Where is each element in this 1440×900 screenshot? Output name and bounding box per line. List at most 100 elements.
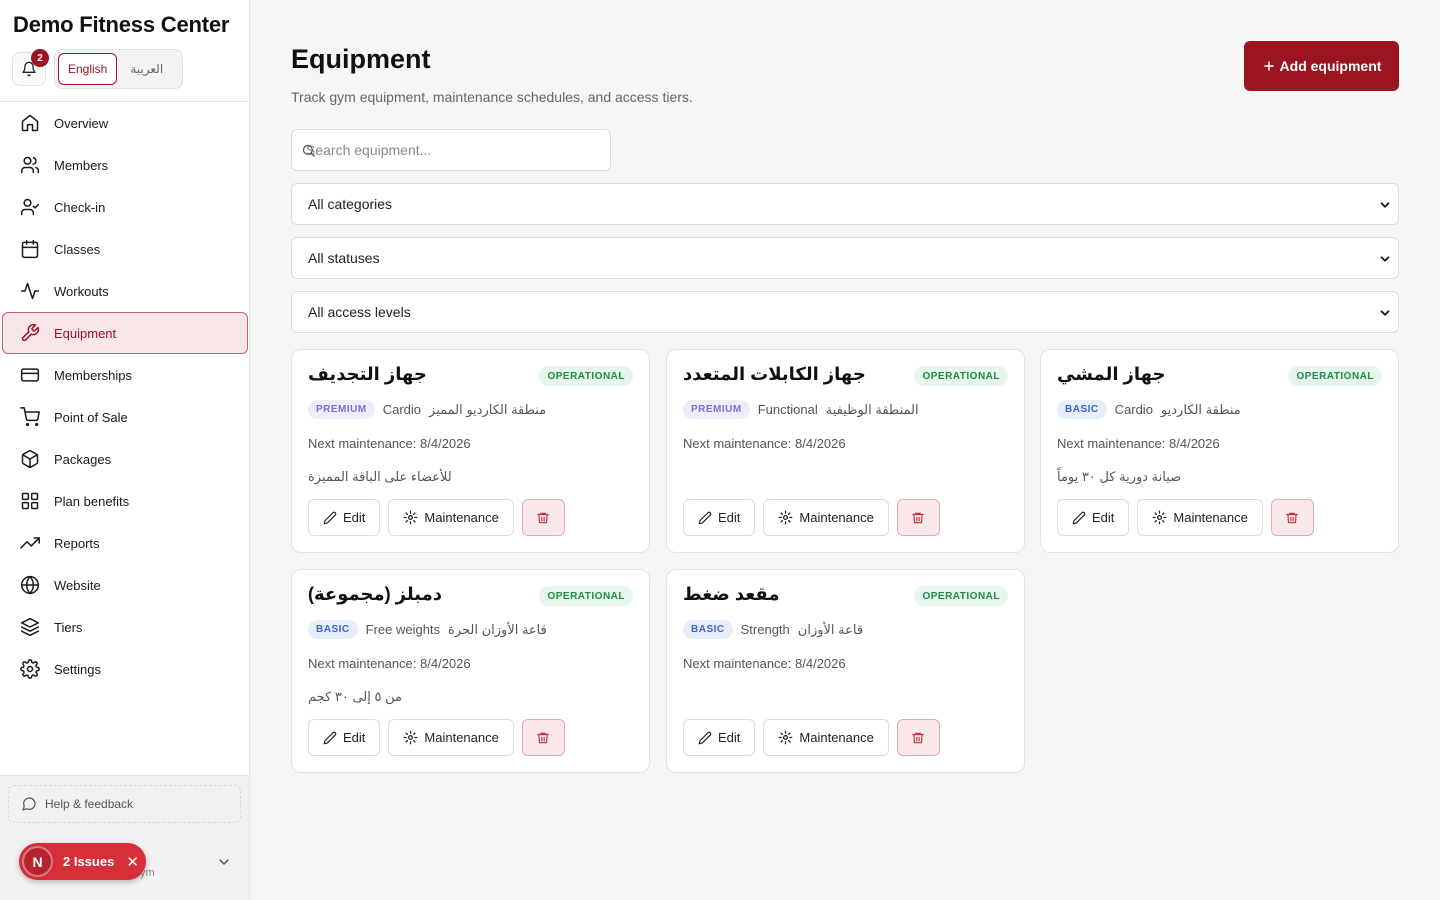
card-actions: Edit Maintenance bbox=[308, 499, 565, 536]
activity-icon bbox=[20, 282, 40, 300]
trash-icon bbox=[912, 732, 925, 743]
sidebar-item-label: Overview bbox=[54, 115, 109, 131]
maintenance-button[interactable]: Maintenance bbox=[763, 719, 889, 756]
cart-icon bbox=[20, 407, 40, 427]
language-switcher: English العربية bbox=[54, 49, 183, 89]
trash-icon bbox=[1286, 512, 1299, 523]
equipment-zone: منطقة الكارديو bbox=[1160, 401, 1241, 417]
search-input[interactable] bbox=[292, 130, 610, 170]
lang-arabic-button[interactable]: العربية bbox=[121, 53, 172, 85]
brand-name: Demo Fitness Center bbox=[13, 12, 230, 37]
equipment-card: دمبلز (مجموعة) OPERATIONAL BASIC Free we… bbox=[291, 569, 650, 773]
next-maintenance: Next maintenance: 8/4/2026 bbox=[308, 436, 471, 451]
edit-label: Edit bbox=[343, 510, 366, 525]
card-actions: Edit Maintenance bbox=[683, 499, 940, 536]
edit-button[interactable]: Edit bbox=[1057, 499, 1130, 536]
wrench-icon bbox=[21, 323, 40, 342]
delete-button[interactable] bbox=[521, 499, 565, 536]
pencil-icon bbox=[1072, 511, 1086, 524]
sidebar-item-label: Packages bbox=[54, 451, 112, 467]
card-actions: Edit Maintenance bbox=[683, 719, 940, 756]
status-filter-select[interactable]: All statuses bbox=[291, 237, 1399, 279]
maintenance-label: Maintenance bbox=[799, 510, 874, 525]
sidebar-item-check-in[interactable]: Check-in bbox=[0, 186, 249, 228]
grid-icon bbox=[21, 492, 39, 510]
maintenance-label: Maintenance bbox=[799, 730, 874, 745]
equipment-note: من ٥ إلى ٣٠ كجم bbox=[308, 689, 402, 704]
sidebar-footer: Help & feedback ym bbox=[0, 775, 249, 900]
gear-icon bbox=[20, 659, 40, 679]
gear-icon bbox=[404, 510, 418, 525]
delete-button[interactable] bbox=[1270, 499, 1314, 536]
equipment-card: جهاز التجديف OPERATIONAL PREMIUM Cardio … bbox=[291, 349, 650, 553]
lang-english-button[interactable]: English bbox=[58, 53, 118, 85]
sidebar-item-members[interactable]: Members bbox=[0, 144, 249, 186]
sidebar-item-label: Point of Sale bbox=[54, 409, 128, 425]
sidebar-item-label: Tiers bbox=[54, 619, 83, 635]
pencil-icon bbox=[698, 511, 712, 524]
tier-badge: PREMIUM bbox=[308, 400, 375, 419]
edit-button[interactable]: Edit bbox=[308, 719, 381, 756]
credit-card-icon bbox=[20, 368, 40, 382]
maintenance-button[interactable]: Maintenance bbox=[388, 719, 514, 756]
sidebar-item-label: Workouts bbox=[54, 283, 109, 299]
globe-icon bbox=[20, 575, 40, 595]
sidebar-item-memberships[interactable]: Memberships bbox=[0, 354, 249, 396]
sidebar-item-classes[interactable]: Classes bbox=[0, 228, 249, 270]
equipment-zone: قاعة الأوزان bbox=[797, 621, 864, 637]
card-actions: Edit Maintenance bbox=[308, 719, 565, 756]
sidebar-item-label: Classes bbox=[54, 241, 101, 257]
sidebar-item-point-of-sale[interactable]: Point of Sale bbox=[0, 396, 249, 438]
next-maintenance: Next maintenance: 8/4/2026 bbox=[1057, 436, 1220, 451]
page-subtitle: Track gym equipment, maintenance schedul… bbox=[291, 89, 693, 105]
chevron-down-icon[interactable] bbox=[216, 854, 232, 870]
edit-button[interactable]: Edit bbox=[308, 499, 381, 536]
sidebar-item-label: Members bbox=[54, 157, 109, 173]
close-icon[interactable]: ✕ bbox=[126, 853, 139, 871]
help-feedback-button[interactable]: Help & feedback bbox=[8, 785, 241, 823]
help-feedback-label: Help & feedback bbox=[45, 797, 134, 811]
delete-button[interactable] bbox=[521, 719, 565, 756]
notifications-button[interactable]: 2 bbox=[12, 49, 49, 86]
equipment-meta: PREMIUM Functional المنطقة الوظيفية bbox=[683, 400, 919, 419]
equipment-category: Strength bbox=[740, 622, 790, 637]
access-filter-value: All access levels bbox=[308, 304, 411, 320]
sidebar-item-label: Plan benefits bbox=[54, 493, 130, 509]
status-filter-value: All statuses bbox=[308, 250, 380, 266]
sidebar-item-packages[interactable]: Packages bbox=[0, 438, 249, 480]
add-equipment-button[interactable]: Add equipment bbox=[1244, 41, 1399, 91]
edit-button[interactable]: Edit bbox=[683, 499, 756, 536]
plus-icon bbox=[1263, 61, 1274, 71]
sidebar-item-settings[interactable]: Settings bbox=[0, 648, 249, 690]
gear-icon bbox=[404, 730, 418, 745]
edit-label: Edit bbox=[1092, 510, 1115, 525]
delete-button[interactable] bbox=[896, 719, 940, 756]
sidebar-item-plan-benefits[interactable]: Plan benefits bbox=[0, 480, 249, 522]
pencil-icon bbox=[323, 731, 337, 744]
delete-button[interactable] bbox=[896, 499, 940, 536]
status-badge: OPERATIONAL bbox=[914, 366, 1008, 386]
tier-badge: BASIC bbox=[683, 620, 733, 639]
sidebar-item-reports[interactable]: Reports bbox=[0, 522, 249, 564]
sidebar-item-tiers[interactable]: Tiers bbox=[0, 606, 249, 648]
issues-toast[interactable]: N 2 Issues ✕ bbox=[19, 843, 146, 880]
equipment-card: جهاز المشي OPERATIONAL BASIC Cardio منطق… bbox=[1040, 349, 1399, 553]
category-filter-select[interactable]: All categories bbox=[291, 183, 1399, 225]
sidebar-item-equipment[interactable]: Equipment bbox=[2, 312, 248, 354]
sidebar-item-overview[interactable]: Overview bbox=[0, 102, 249, 144]
sidebar-item-workouts[interactable]: Workouts bbox=[0, 270, 249, 312]
sidebar-item-label: Reports bbox=[54, 535, 100, 551]
pencil-icon bbox=[323, 511, 337, 524]
page-title: Equipment bbox=[291, 44, 431, 74]
maintenance-button[interactable]: Maintenance bbox=[763, 499, 889, 536]
edit-button[interactable]: Edit bbox=[683, 719, 756, 756]
sidebar-item-label: Memberships bbox=[54, 367, 133, 383]
equipment-zone: منطقة الكارديو المميز bbox=[429, 401, 547, 417]
status-badge: OPERATIONAL bbox=[539, 586, 633, 606]
sidebar-item-website[interactable]: Website bbox=[0, 564, 249, 606]
category-filter-value: All categories bbox=[308, 196, 393, 212]
access-filter-select[interactable]: All access levels bbox=[291, 291, 1399, 333]
maintenance-button[interactable]: Maintenance bbox=[1137, 499, 1263, 536]
tier-badge: PREMIUM bbox=[683, 400, 750, 419]
maintenance-button[interactable]: Maintenance bbox=[388, 499, 514, 536]
